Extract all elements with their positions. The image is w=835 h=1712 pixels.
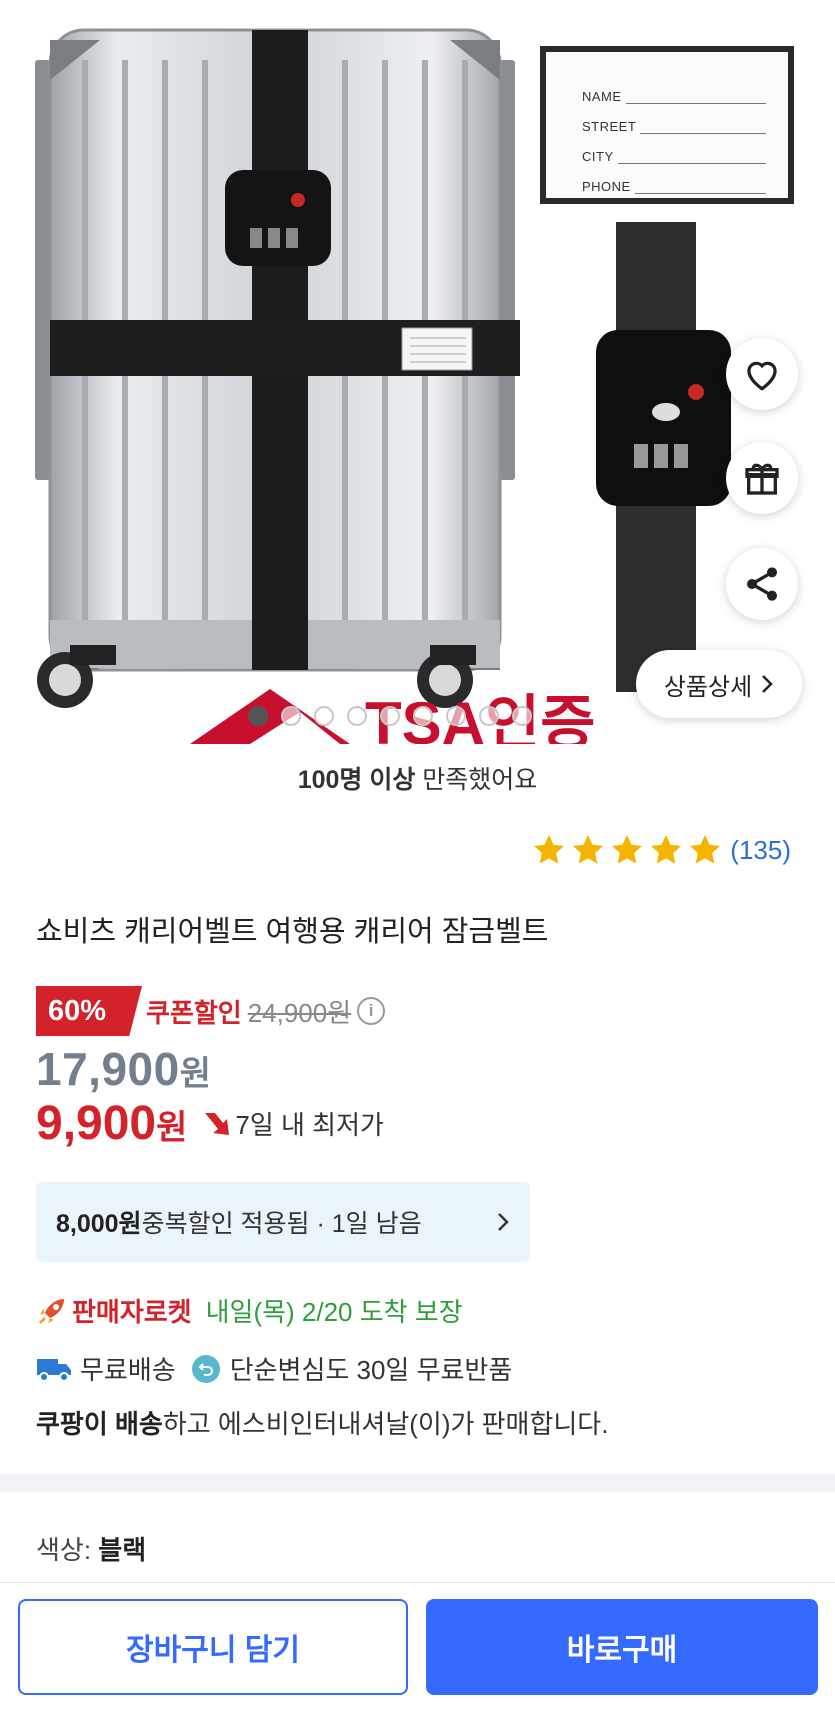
- gallery-dot[interactable]: [512, 706, 532, 726]
- free-shipping-label: 무료배송: [80, 1355, 176, 1385]
- gallery-dot[interactable]: [281, 706, 301, 726]
- product-detail-button[interactable]: 상품상세: [636, 650, 802, 718]
- star-icon: [690, 835, 721, 864]
- discount-badge: 60%: [36, 986, 142, 1036]
- extra-discount-text: 중복할인 적용됨 · 1일 남음: [141, 1210, 422, 1238]
- buy-now-button[interactable]: 바로구매: [426, 1599, 818, 1695]
- tag-field-city: CITY: [582, 134, 766, 164]
- seller-info: 쿠팡이 배송하고 에스비인터내셔날(이)가 판매합니다.: [36, 1404, 608, 1441]
- free-return-label: 단순변심도 30일 무료반품: [229, 1355, 513, 1385]
- gallery-dot[interactable]: [248, 706, 268, 726]
- rocket-delivery-row: 판매자로켓 내일(목) 2/20 도착 보장: [36, 1292, 463, 1329]
- price-block: 60% 쿠폰할인 24,900원 i 17,900원 9,900원 7일 내 최…: [36, 986, 386, 1151]
- gallery-dot[interactable]: [380, 706, 400, 726]
- price-down-arrow-icon: [205, 1112, 230, 1135]
- rocket-seller-label: 판매자로켓: [72, 1297, 192, 1327]
- lowest-price-indicator: 7일 내 최저가: [201, 1105, 384, 1142]
- bottom-action-bar: 장바구니 담기 바로구매: [0, 1582, 835, 1712]
- gallery-pagination: [248, 706, 532, 726]
- share-button[interactable]: [726, 548, 798, 620]
- color-option[interactable]: 색상: 블랙: [36, 1530, 146, 1567]
- color-option-value: 블랙: [98, 1535, 147, 1565]
- product-detail-label: 상품상세: [663, 673, 753, 701]
- sale-price-amount: 17,900: [36, 1043, 180, 1095]
- section-divider: [0, 1474, 835, 1492]
- original-price: 24,900원: [247, 997, 352, 1028]
- tag-field-street: STREET: [582, 104, 766, 134]
- info-icon[interactable]: i: [357, 997, 386, 1025]
- tag-field-phone: PHONE: [582, 164, 766, 194]
- return-icon: [191, 1354, 220, 1383]
- star-icon: [651, 835, 682, 864]
- star-icon: [612, 835, 643, 864]
- chevron-right-icon: [498, 1213, 509, 1231]
- review-count-link[interactable]: (135): [730, 835, 791, 866]
- gallery-dot[interactable]: [314, 706, 334, 726]
- gift-icon: [745, 463, 779, 495]
- gallery-dot[interactable]: [413, 706, 433, 726]
- satisfaction-label: 만족했어요: [415, 766, 538, 794]
- gallery-dot[interactable]: [446, 706, 466, 726]
- gallery-dot[interactable]: [347, 706, 367, 726]
- extra-discount-amount: 8,000원: [56, 1210, 142, 1238]
- share-icon: [747, 567, 777, 601]
- lowest-price-label: 7일 내 최저가: [235, 1110, 384, 1140]
- tag-field-name: NAME: [582, 74, 766, 104]
- sale-price: 17,900원: [36, 1042, 385, 1096]
- shipping-info-row: 무료배송 단순변심도 30일 무료반품: [36, 1350, 512, 1387]
- final-price-unit: 원: [156, 1109, 188, 1147]
- satisfaction-count: 100명 이상: [297, 766, 416, 794]
- chevron-right-icon: [762, 675, 773, 693]
- suitcase-image: [35, 28, 520, 708]
- star-icon: [534, 835, 565, 864]
- strap-lock-image: [596, 222, 731, 692]
- arrival-guarantee: 내일(목) 2/20 도착 보장: [205, 1297, 463, 1327]
- extra-discount-banner[interactable]: 8,000원 중복할인 적용됨 · 1일 남음: [36, 1182, 530, 1262]
- seller-name-text: 하고 에스비인터내셔날(이)가 판매합니다.: [162, 1409, 609, 1439]
- product-image-gallery[interactable]: NAME STREET CITY PHONE TSA인증: [0, 0, 835, 760]
- rating-summary[interactable]: (135): [531, 832, 791, 868]
- truck-icon: [37, 1358, 71, 1382]
- product-title: 쇼비츠 캐리어벨트 여행용 캐리어 잠금벨트: [36, 916, 549, 948]
- rocket-icon: [38, 1298, 64, 1324]
- add-to-cart-button[interactable]: 장바구니 담기: [18, 1599, 408, 1695]
- gift-button[interactable]: [726, 442, 798, 514]
- name-tag-image: NAME STREET CITY PHONE: [540, 46, 794, 204]
- seller-delivery-label: 쿠팡이 배송: [36, 1409, 163, 1439]
- satisfaction-text: 100명 이상 만족했어요: [0, 760, 835, 796]
- final-price-amount: 9,900: [36, 1097, 157, 1150]
- final-price: 9,900원: [36, 1096, 187, 1151]
- gallery-dot[interactable]: [479, 706, 499, 726]
- sale-price-unit: 원: [179, 1055, 212, 1093]
- star-icon: [573, 835, 604, 864]
- heart-icon: [747, 361, 777, 391]
- wishlist-button[interactable]: [726, 338, 798, 410]
- rating-stars: [531, 832, 723, 868]
- coupon-discount-label: 쿠폰할인: [146, 997, 242, 1028]
- color-option-label: 색상:: [36, 1535, 99, 1565]
